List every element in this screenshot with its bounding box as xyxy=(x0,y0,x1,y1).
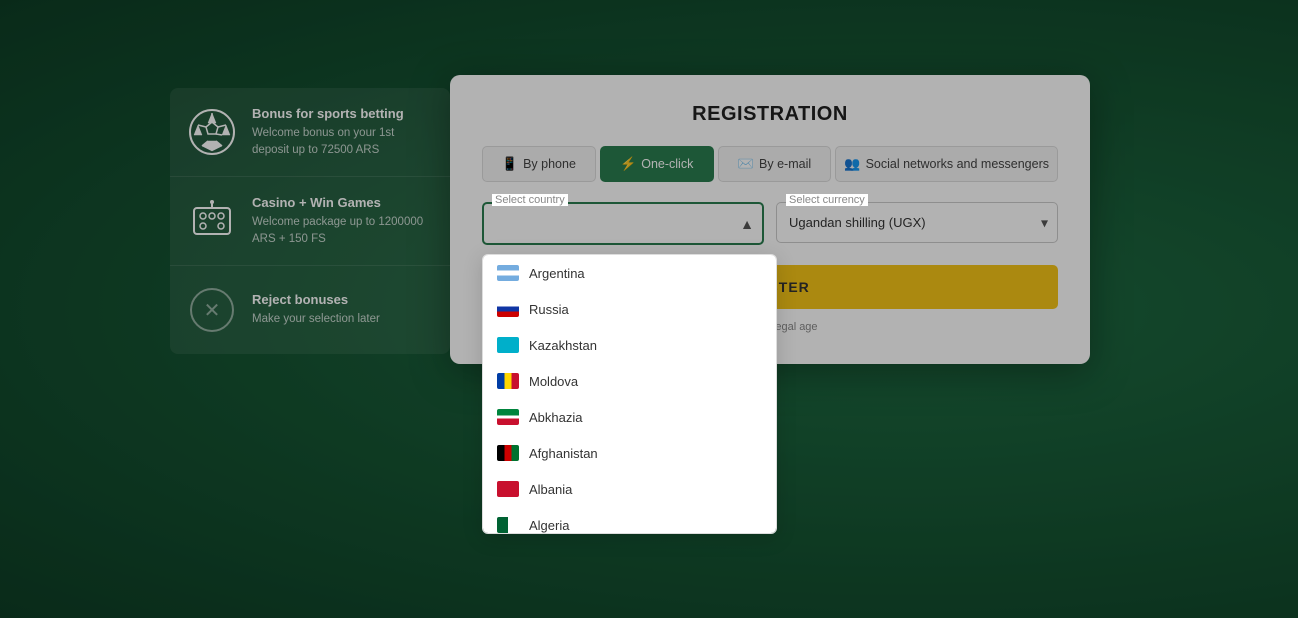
dropdown-item-kazakhstan[interactable]: Kazakhstan xyxy=(483,327,776,363)
country-name-kazakhstan: Kazakhstan xyxy=(529,338,597,353)
dropdown-item-moldova[interactable]: Moldova xyxy=(483,363,776,399)
currency-label: Select currency xyxy=(786,194,868,206)
flag-albania xyxy=(497,481,519,497)
country-dropdown[interactable]: Argentina Russia Kazakhstan Moldova Abkh… xyxy=(482,254,777,534)
dropdown-item-albania[interactable]: Albania xyxy=(483,471,776,507)
flag-argentina xyxy=(497,265,519,281)
country-name-moldova: Moldova xyxy=(529,374,578,389)
dropdown-item-abkhazia[interactable]: Abkhazia xyxy=(483,399,776,435)
dropdown-item-argentina[interactable]: Argentina xyxy=(483,255,776,291)
country-name-albania: Albania xyxy=(529,482,572,497)
country-name-algeria: Algeria xyxy=(529,518,569,533)
country-name-abkhazia: Abkhazia xyxy=(529,410,582,425)
flag-algeria xyxy=(497,517,519,533)
flag-moldova xyxy=(497,373,519,389)
flag-abkhazia xyxy=(497,409,519,425)
dropdown-item-afghanistan[interactable]: Afghanistan xyxy=(483,435,776,471)
country-name-argentina: Argentina xyxy=(529,266,585,281)
flag-kazakhstan xyxy=(497,337,519,353)
dropdown-item-russia[interactable]: Russia xyxy=(483,291,776,327)
country-name-russia: Russia xyxy=(529,302,569,317)
dropdown-item-algeria[interactable]: Algeria xyxy=(483,507,776,534)
country-name-afghanistan: Afghanistan xyxy=(529,446,598,461)
country-label: Select country xyxy=(492,194,568,206)
flag-russia xyxy=(497,301,519,317)
flag-afghanistan xyxy=(497,445,519,461)
